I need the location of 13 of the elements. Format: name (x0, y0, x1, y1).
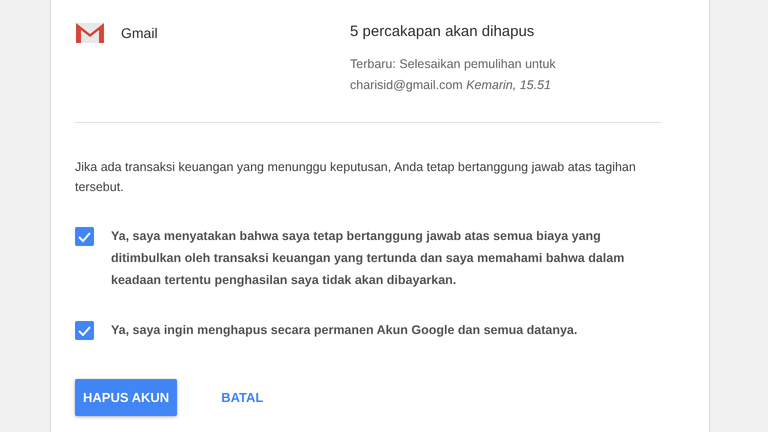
checkbox[interactable] (75, 321, 94, 340)
deletion-summary: 5 percakapan akan dihapus (350, 23, 536, 40)
check-icon (78, 232, 91, 242)
mail-icon (75, 22, 105, 44)
notice-text: Jika ada transaksi keuangan yang menunggu keputusan, Anda tetap bertanggung jawab atas tagihan tersebut. (75, 159, 637, 196)
checkbox[interactable] (75, 227, 94, 246)
checkbox-label: Ya, saya ingin menghapus secara permanen Akun Google dan semua datanya. (111, 322, 578, 339)
latest-item-detail: Terbaru: Selesaikan pemulihan untuk charisid@gmail.com Kemarin, 15.51 (350, 56, 557, 94)
check-icon (78, 326, 91, 336)
delete-account-button[interactable]: HAPUS AKUN (75, 379, 178, 416)
service-name: Gmail (121, 25, 158, 41)
cancel-button[interactable]: BATAL (207, 382, 278, 413)
checkbox-label: Ya, saya menyatakan bahwa saya tetap bertanggung jawab atas semua biaya yang ditimbulkan oleh transaksi keuangan yang tertunda dan saya memahami bahwa dalam keadaan tertentu penghasilan saya tidak akan dibayarkan. (111, 228, 626, 289)
